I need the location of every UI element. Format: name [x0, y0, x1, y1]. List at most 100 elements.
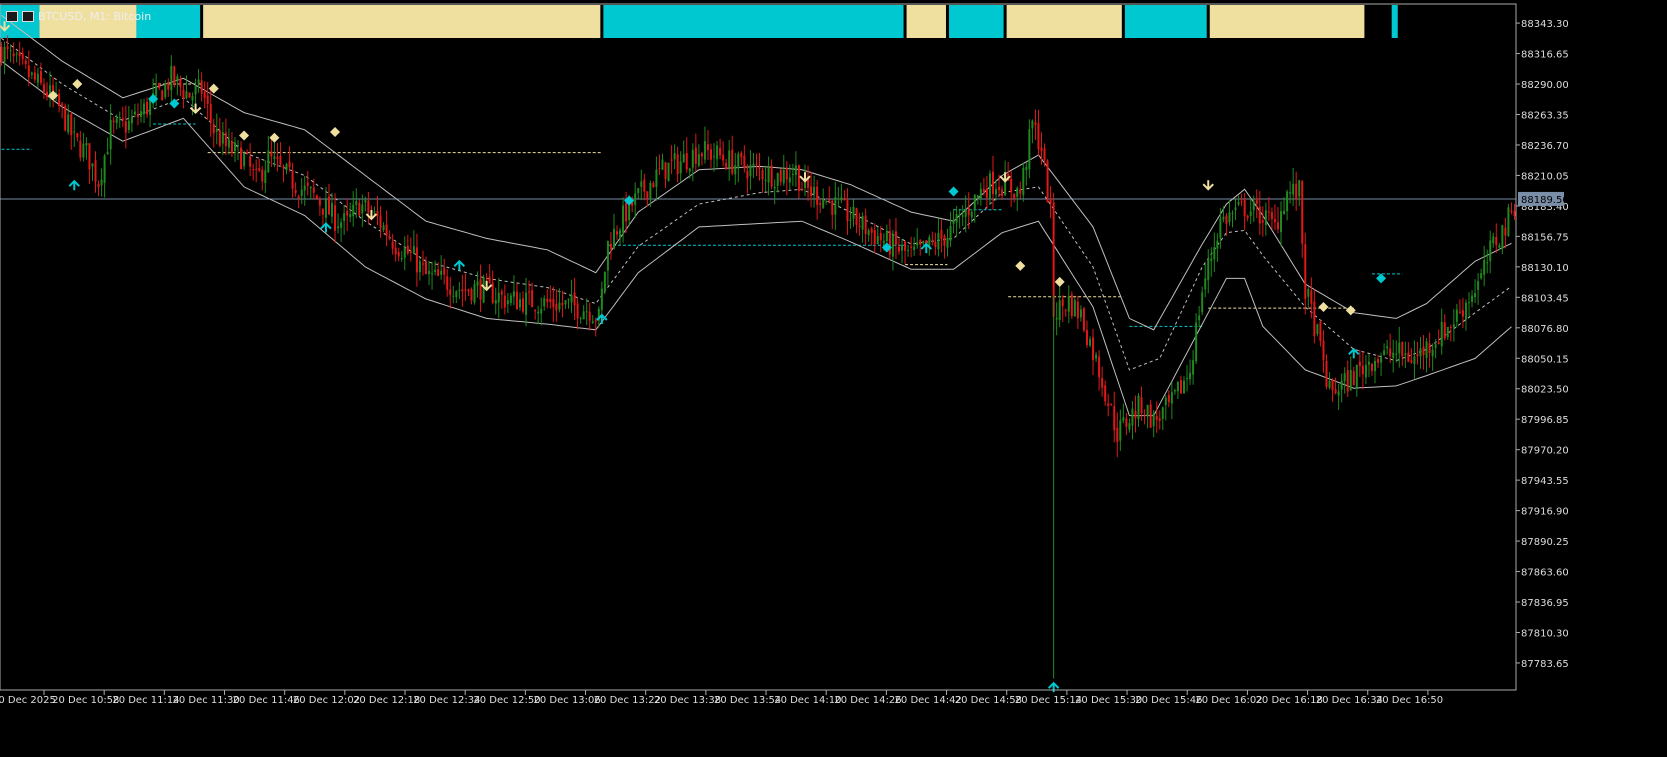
candle-body [1295, 183, 1298, 199]
candle-body [270, 151, 273, 157]
candle-body [1152, 413, 1155, 427]
candle-body [1137, 395, 1140, 420]
chart-symbol-title: BTCUSD, M1: Bitcoin [38, 9, 152, 23]
chart-container[interactable]: BTCUSD, M1: Bitcoin 88343.30 88316.65 8829… [0, 0, 1667, 753]
candle-body [346, 210, 349, 216]
candle-body [534, 310, 537, 312]
candle-body [1095, 354, 1098, 359]
candle-body [1067, 296, 1070, 312]
candle-body [1176, 381, 1179, 392]
candle-body [258, 168, 261, 171]
candle-body [897, 246, 900, 252]
y-tick-label: 87996.85 [1521, 415, 1569, 426]
candle-body [1486, 262, 1489, 264]
candle-body [0, 46, 3, 63]
candle-body [870, 228, 873, 233]
candle-body [1461, 310, 1464, 317]
candle-body [873, 229, 876, 244]
candle-body [318, 199, 321, 206]
candlestick-chart[interactable]: 88343.30 88316.65 88290.00 88263.35 88236.70… [0, 0, 1667, 753]
candle-body [224, 132, 227, 147]
candle-body [85, 143, 88, 146]
axes: 88343.30 88316.65 88290.00 88263.35 88236.70… [0, 3, 1569, 706]
candle-body [24, 60, 27, 65]
candle-body [1061, 299, 1064, 307]
candle-body [264, 170, 267, 184]
candle-body [970, 211, 973, 218]
candle-body [1310, 290, 1313, 304]
candle-body [1134, 410, 1137, 419]
candle-body [376, 211, 379, 217]
y-tick-label: 87863.60 [1521, 568, 1569, 579]
candle-body [1431, 349, 1434, 357]
candle-body [288, 161, 291, 168]
candle-body [300, 189, 303, 197]
candle-body [3, 46, 6, 63]
candle-body [819, 203, 822, 205]
candle-body [191, 96, 194, 101]
candle-body [1022, 168, 1025, 196]
candle-body [88, 143, 91, 170]
candle-body [412, 246, 415, 254]
sand-diamond-marker [1054, 276, 1065, 287]
candle-body [1377, 359, 1380, 363]
candle-body [494, 300, 497, 304]
candle-body [540, 308, 543, 314]
candle-body [94, 160, 97, 182]
candle-body [367, 200, 370, 213]
candle-body [194, 85, 197, 95]
candle-body [1186, 377, 1189, 379]
candle-body [528, 291, 531, 293]
candle-body [1307, 289, 1310, 297]
candle-body [1119, 420, 1122, 441]
candle-body [1495, 236, 1498, 246]
grid-icon[interactable] [6, 10, 18, 22]
y-tick-label: 88156.75 [1521, 232, 1569, 243]
x-tick-label: 20 Dec 12:02 [293, 695, 360, 706]
candle-body [579, 317, 582, 319]
candle-body [1201, 292, 1204, 313]
candle-body [143, 103, 146, 115]
y-tick-label: 87916.90 [1521, 507, 1569, 518]
candle-body [752, 163, 755, 166]
candle-body [421, 263, 424, 265]
candle-body [1019, 189, 1022, 194]
candle-body [246, 152, 249, 154]
cyan-diamond-marker [948, 186, 959, 197]
candle-body [922, 240, 925, 244]
candle-body [1195, 322, 1198, 362]
x-tick-label: 20 Dec 14:42 [895, 695, 962, 706]
candle-body [706, 144, 709, 151]
candle-body [1216, 240, 1219, 249]
candle-body [467, 289, 470, 292]
candle-body [309, 186, 312, 189]
candle-body [1440, 321, 1443, 347]
candle-body [364, 199, 367, 203]
candle-body [1001, 189, 1004, 196]
candle-body [691, 149, 694, 168]
candle-body [452, 295, 455, 297]
y-tick-label: 87783.65 [1521, 659, 1569, 670]
candle-body [1204, 278, 1207, 290]
candle-body [282, 166, 285, 168]
candle-body [1355, 364, 1358, 388]
candle-body [1064, 309, 1067, 311]
candle-body [1128, 423, 1131, 430]
candle-body [276, 156, 279, 159]
candle-body [424, 261, 427, 275]
candle-body [1455, 309, 1458, 322]
candle-body [42, 84, 45, 93]
candle-body [79, 140, 82, 158]
candle-body [515, 291, 518, 310]
candle-body [291, 170, 294, 189]
candle-body [525, 292, 528, 315]
candle-body [39, 70, 42, 83]
candle-body [964, 209, 967, 217]
candle-body [743, 155, 746, 169]
candle-body [776, 173, 779, 186]
candle-body [1301, 180, 1304, 244]
candle-body [555, 303, 558, 311]
floppy-icon[interactable] [22, 10, 34, 22]
candle-body [173, 66, 176, 84]
candle-body [664, 162, 667, 179]
